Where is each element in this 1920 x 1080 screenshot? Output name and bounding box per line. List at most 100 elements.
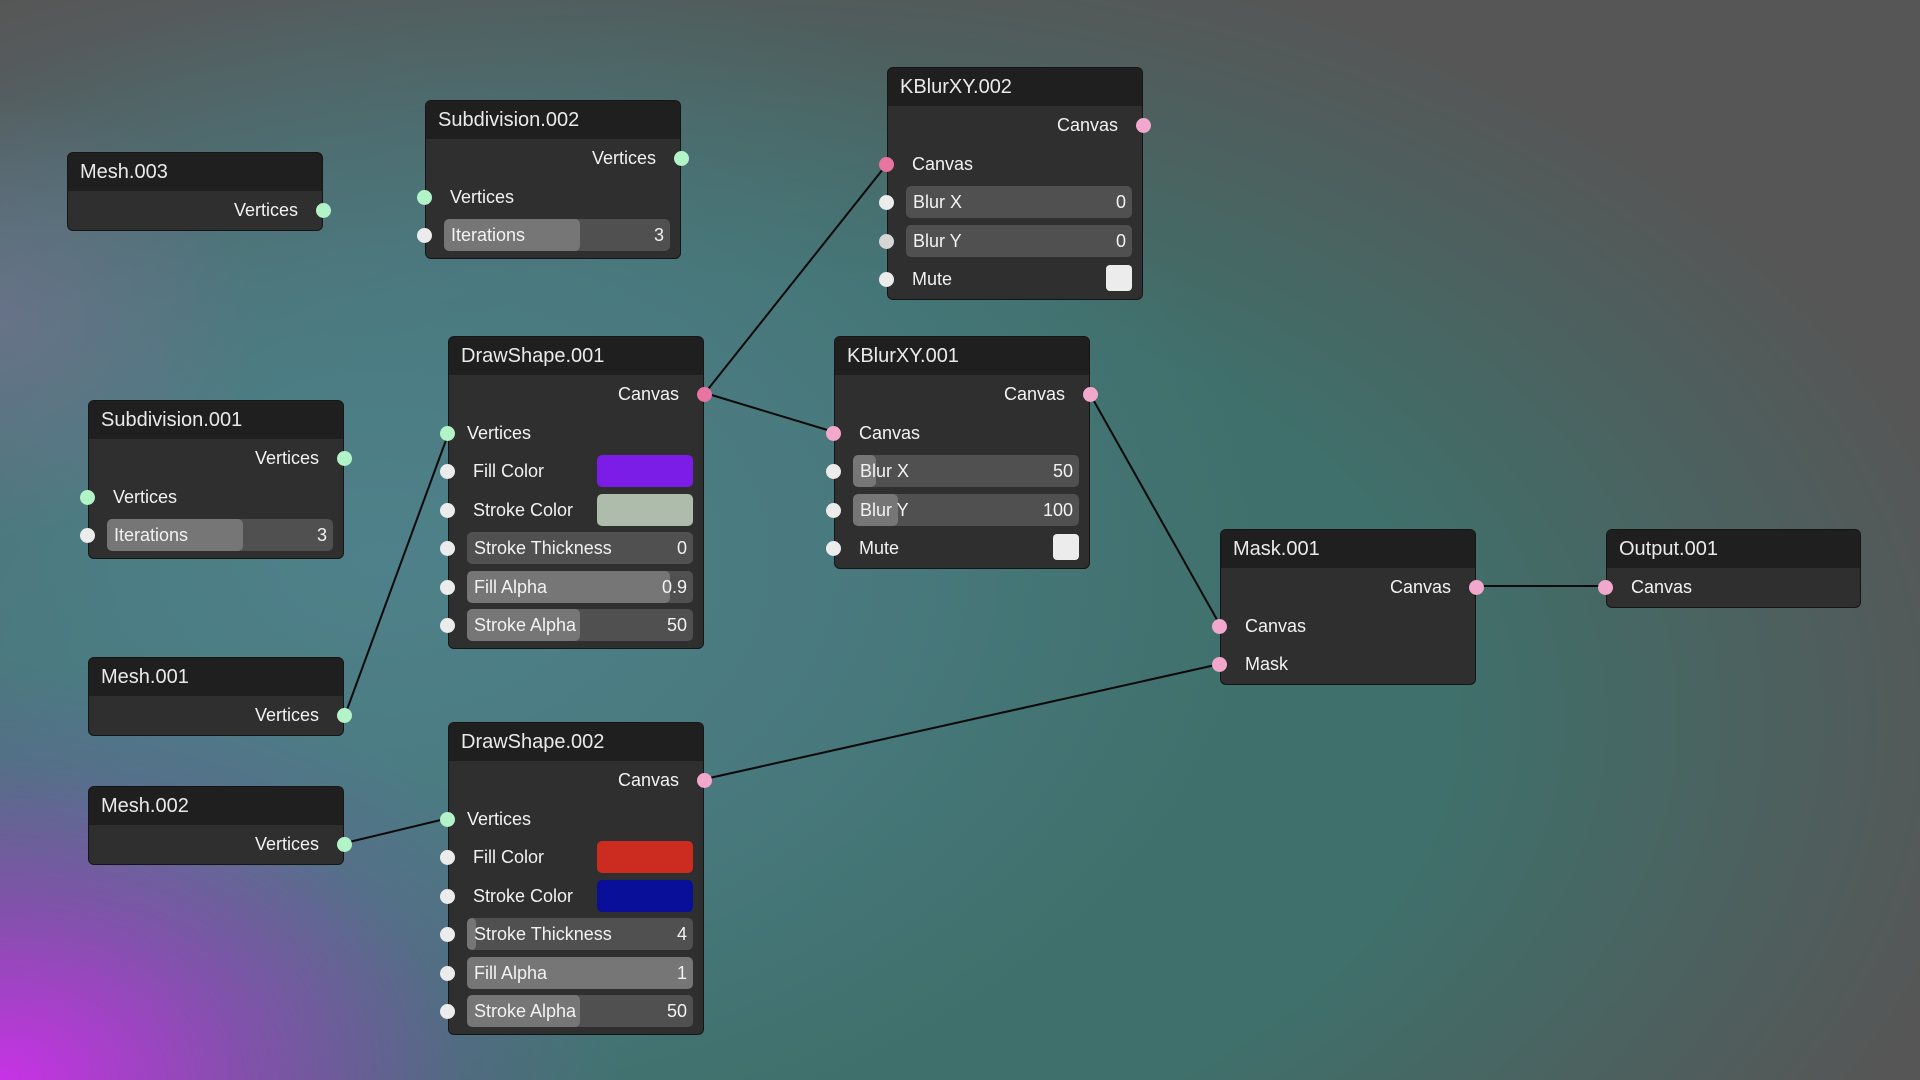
- slider-value: 4: [676, 924, 687, 944]
- node-title[interactable]: Mesh.002: [89, 787, 343, 825]
- iterations-slider[interactable]: Iterations 3: [107, 519, 333, 551]
- node-mesh-001[interactable]: Mesh.001 Vertices: [88, 657, 352, 736]
- mute-input-socket-icon[interactable]: [879, 272, 894, 287]
- wire-mesh001-draw001[interactable]: [344, 431, 450, 716]
- fill-alpha-input-socket-icon[interactable]: [440, 579, 455, 595]
- node-output-001[interactable]: Output.001 Canvas: [1598, 529, 1861, 608]
- vertices-input-socket-icon[interactable]: [80, 489, 95, 505]
- stroke-color-input-socket-icon[interactable]: [440, 888, 455, 904]
- iterations-input-socket-icon[interactable]: [417, 228, 432, 243]
- node-title[interactable]: Mesh.003: [68, 153, 322, 191]
- canvas-output-socket-icon[interactable]: [1469, 580, 1484, 595]
- blur-x-input-socket-icon[interactable]: [826, 464, 841, 479]
- blur-x-input-socket-icon[interactable]: [879, 195, 894, 210]
- blur-y-slider[interactable]: Blur Y 100: [853, 493, 1079, 526]
- slider-value: 50: [666, 1001, 687, 1021]
- node-title[interactable]: KBlurXY.001: [835, 337, 1089, 375]
- input-stroke-thickness: Stroke Thickness 4: [440, 915, 703, 954]
- vertices-output-socket-icon[interactable]: [337, 451, 352, 466]
- input-stroke-alpha: Stroke Alpha 50: [440, 606, 703, 645]
- node-subdivision-002[interactable]: Subdivision.002 Vertices Vertices Iterat…: [417, 100, 689, 259]
- node-drawshape-001[interactable]: DrawShape.001 Canvas Vertices Fill Color…: [440, 336, 712, 649]
- node-title[interactable]: Output.001: [1607, 530, 1860, 568]
- stroke-color-swatch[interactable]: [597, 879, 693, 912]
- node-title[interactable]: DrawShape.002: [449, 723, 703, 761]
- canvas-input-socket-icon[interactable]: [1598, 580, 1613, 595]
- slider-label: Stroke Alpha: [474, 1001, 577, 1021]
- stroke-color-input-socket-icon[interactable]: [440, 502, 455, 518]
- blur-y-slider[interactable]: Blur Y 0: [906, 224, 1132, 257]
- fill-color-input-socket-icon[interactable]: [440, 850, 455, 865]
- input-mute: Mute: [826, 529, 1089, 568]
- node-title[interactable]: Subdivision.002: [426, 101, 680, 139]
- node-subdivision-001[interactable]: Subdivision.001 Vertices Vertices Iterat…: [80, 400, 352, 559]
- wire-draw001-kblur001[interactable]: [704, 392, 835, 433]
- stroke-alpha-slider[interactable]: Stroke Alpha 50: [467, 609, 693, 641]
- vertices-output-socket-icon[interactable]: [316, 203, 331, 218]
- input-blur-x: Blur X 50: [826, 452, 1089, 491]
- socket-label: Canvas: [1056, 115, 1118, 135]
- fill-color-label: Fill Color: [473, 461, 545, 481]
- vertices-output-socket-icon[interactable]: [674, 151, 689, 166]
- stroke-thickness-input-socket-icon[interactable]: [440, 927, 455, 942]
- socket-label: Canvas: [1003, 384, 1065, 404]
- vertices-input-socket-icon[interactable]: [440, 425, 455, 441]
- mute-checkbox[interactable]: [1106, 265, 1132, 291]
- mute-checkbox[interactable]: [1053, 534, 1079, 560]
- fill-alpha-slider[interactable]: Fill Alpha 0.9: [467, 570, 693, 603]
- fill-color-input-socket-icon[interactable]: [440, 464, 455, 479]
- node-kblurxy-002[interactable]: KBlurXY.002 Canvas Canvas Blur X 0 Blur …: [879, 67, 1151, 300]
- node-title[interactable]: Mesh.001: [89, 658, 343, 696]
- fill-color-swatch[interactable]: [597, 455, 693, 487]
- blur-x-slider[interactable]: Blur X 50: [853, 455, 1079, 487]
- wire-mesh002-draw002[interactable]: [344, 817, 450, 844]
- fill-alpha-input-socket-icon[interactable]: [440, 965, 455, 981]
- mask-input-socket-icon[interactable]: [1212, 657, 1227, 672]
- iterations-slider[interactable]: Iterations 3: [444, 219, 670, 251]
- canvas-input-socket-icon[interactable]: [826, 425, 841, 441]
- blur-y-input-socket-icon[interactable]: [879, 233, 894, 249]
- stroke-thickness-input-socket-icon[interactable]: [440, 541, 455, 556]
- input-mute: Mute: [879, 260, 1142, 299]
- node-mesh-002[interactable]: Mesh.002 Vertices: [88, 786, 352, 865]
- node-drawshape-002[interactable]: DrawShape.002 Canvas Vertices Fill Color…: [440, 722, 712, 1035]
- node-title[interactable]: KBlurXY.002: [888, 68, 1142, 106]
- canvas-output-socket-icon[interactable]: [697, 773, 712, 788]
- blur-y-input-socket-icon[interactable]: [826, 502, 841, 518]
- input-blur-y: Blur Y 100: [826, 491, 1089, 530]
- node-kblurxy-001[interactable]: KBlurXY.001 Canvas Canvas Blur X 50 Blur…: [826, 336, 1098, 569]
- fill-color-swatch[interactable]: [597, 841, 693, 873]
- wire-kblur001-mask001[interactable]: [1089, 393, 1221, 626]
- input-fill-alpha: Fill Alpha 0.9: [440, 568, 703, 607]
- fill-alpha-slider[interactable]: Fill Alpha 1: [467, 956, 693, 989]
- canvas-input-socket-icon[interactable]: [879, 156, 894, 172]
- canvas-output-socket-icon[interactable]: [1136, 118, 1151, 133]
- vertices-input-socket-icon[interactable]: [440, 811, 455, 827]
- node-mask-001[interactable]: Mask.001 Canvas Canvas Mask: [1212, 529, 1484, 685]
- node-title[interactable]: Subdivision.001: [89, 401, 343, 439]
- node-title[interactable]: DrawShape.001: [449, 337, 703, 375]
- stroke-alpha-input-socket-icon[interactable]: [440, 1004, 455, 1019]
- slider-label: Blur X: [860, 461, 910, 481]
- slider-label: Fill Alpha: [474, 576, 548, 597]
- mute-input-socket-icon[interactable]: [826, 541, 841, 556]
- canvas-output-socket-icon[interactable]: [697, 387, 712, 402]
- wire-draw002-mask001[interactable]: [704, 663, 1221, 780]
- stroke-thickness-slider[interactable]: Stroke Thickness 4: [467, 918, 693, 950]
- slider-label: Stroke Thickness: [474, 538, 612, 558]
- slider-label: Iterations: [114, 525, 189, 545]
- stroke-alpha-input-socket-icon[interactable]: [440, 618, 455, 633]
- stroke-color-swatch[interactable]: [597, 493, 693, 526]
- blur-x-slider[interactable]: Blur X 0: [906, 186, 1132, 218]
- iterations-input-socket-icon[interactable]: [80, 528, 95, 543]
- stroke-thickness-slider[interactable]: Stroke Thickness 0: [467, 532, 693, 564]
- node-title[interactable]: Mask.001: [1221, 530, 1475, 568]
- canvas-output-socket-icon[interactable]: [1083, 387, 1098, 402]
- canvas-input-socket-icon[interactable]: [1212, 618, 1227, 634]
- vertices-output-socket-icon[interactable]: [337, 708, 352, 723]
- node-mesh-003[interactable]: Mesh.003 Vertices: [67, 152, 331, 231]
- input-vertices: Vertices: [440, 414, 703, 453]
- vertices-input-socket-icon[interactable]: [417, 189, 432, 205]
- vertices-output-socket-icon[interactable]: [337, 837, 352, 852]
- stroke-alpha-slider[interactable]: Stroke Alpha 50: [467, 995, 693, 1027]
